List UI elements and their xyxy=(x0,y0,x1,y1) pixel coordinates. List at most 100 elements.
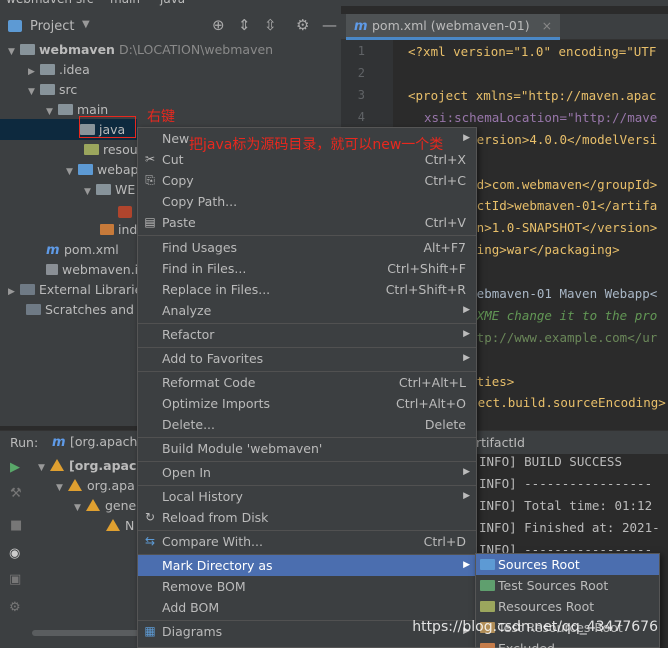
menu-item-find-in-files[interactable]: Find in Files... Ctrl+Shift+F xyxy=(138,258,476,279)
menu-item-add-to-favorites[interactable]: Add to Favorites ▶ xyxy=(138,348,476,369)
tree-item-idea[interactable]: ▶ .idea xyxy=(28,60,90,80)
menu-item-analyze[interactable]: Analyze ▶ xyxy=(138,300,476,321)
tree-item-iml[interactable]: webmaven.in xyxy=(46,260,146,280)
expand-all-icon[interactable]: ⇕ xyxy=(238,16,251,34)
chevron-down-icon[interactable]: ▼ xyxy=(38,458,50,478)
tree-item-webapp[interactable]: ▼ webap xyxy=(66,160,138,180)
tree-item-external-libraries[interactable]: ▶ External Librarie xyxy=(8,280,142,300)
stop-icon[interactable]: ■ xyxy=(10,518,22,533)
compare-icon: ⇆ xyxy=(144,534,156,548)
menu-shortcut: Ctrl+Shift+F xyxy=(387,261,466,276)
tab-label: pom.xml (webmaven-01) xyxy=(372,18,530,33)
menu-item-local-history[interactable]: Local History ▶ xyxy=(138,486,476,507)
chevron-right-icon: ▶ xyxy=(463,491,470,501)
context-menu: New ▶ ✂ Cut Ctrl+X ⎘ Copy Ctrl+C Copy Path...… xyxy=(137,127,477,648)
folder-icon xyxy=(84,144,99,155)
menu-item-paste[interactable]: ▤ Paste Ctrl+V xyxy=(138,212,476,233)
project-title[interactable]: Project xyxy=(30,19,74,34)
chevron-down-icon[interactable]: ▼ xyxy=(8,42,20,62)
menu-shortcut: Alt+F7 xyxy=(423,240,466,255)
project-header: Project ▼ ⊕ ⇕ ⇳ ⚙ — xyxy=(0,14,341,40)
chevron-down-icon[interactable]: ▼ xyxy=(56,478,68,498)
tree-label: main xyxy=(77,102,109,117)
submenu-item-excluded[interactable]: Excluded xyxy=(476,638,659,648)
annotation-note: 把java标为源码目录，就可以new一个类 xyxy=(189,137,444,153)
run-tree-item[interactable]: ▼ [org.apach xyxy=(38,456,145,476)
chevron-down-icon[interactable]: ▼ xyxy=(66,162,78,182)
submenu-item-test-sources-root[interactable]: Test Sources Root xyxy=(476,575,659,596)
camera-icon[interactable]: ▣ xyxy=(9,572,21,587)
run-icon[interactable]: ▶ xyxy=(10,460,20,475)
tree-label: src xyxy=(59,82,78,97)
menu-item-remove-bom[interactable]: Remove BOM xyxy=(138,576,476,597)
run-tree-item[interactable]: N xyxy=(106,516,134,536)
chevron-down-icon[interactable]: ▼ xyxy=(74,498,86,518)
chevron-down-icon[interactable]: ▼ xyxy=(82,19,90,30)
menu-label: Optimize Imports xyxy=(162,396,271,411)
module-file-icon xyxy=(46,264,58,275)
tree-item-scratches[interactable]: Scratches and C xyxy=(26,300,147,320)
tree-label: webmaven.in xyxy=(62,262,147,277)
scrollbar[interactable] xyxy=(32,630,140,636)
tools-icon[interactable]: ⚒ xyxy=(10,486,22,501)
locate-icon[interactable]: ⊕ xyxy=(212,16,225,34)
tree-item-pom[interactable]: m pom.xml xyxy=(46,240,119,260)
run-tree-item[interactable]: ▼ gene xyxy=(74,496,136,516)
code-line[interactable]: <?xml version="1.0" encoding="UTF xyxy=(408,44,656,59)
tree-item-src[interactable]: ▼ src xyxy=(28,80,77,100)
tree-label: External Librarie xyxy=(39,282,143,297)
code-line[interactable]: xsi:schemaLocation="http://mave xyxy=(424,110,657,125)
menu-item-compare-with[interactable]: ⇆ Compare With... Ctrl+D xyxy=(138,531,476,552)
copy-icon: ⎘ xyxy=(145,173,155,187)
close-icon[interactable]: × xyxy=(542,18,552,33)
gear-icon[interactable]: ⚙ xyxy=(296,16,309,34)
menu-item-reload-from-disk[interactable]: ↻ Reload from Disk xyxy=(138,507,476,528)
chevron-down-icon[interactable]: ▼ xyxy=(28,82,40,102)
menu-item-replace-in-files[interactable]: Replace in Files... Ctrl+Shift+R xyxy=(138,279,476,300)
menu-item-add-bom[interactable]: Add BOM xyxy=(138,597,476,618)
settings-icon[interactable]: ⚙ xyxy=(9,600,21,615)
watermark: https://blog.csdn.net/qq_43477676 xyxy=(412,619,658,635)
tree-item-index[interactable]: ind xyxy=(100,220,137,240)
menu-item-reformat-code[interactable]: Reformat Code Ctrl+Alt+L xyxy=(138,372,476,393)
menu-label: Local History xyxy=(162,489,243,504)
submenu-item-resources-root[interactable]: Resources Root xyxy=(476,596,659,617)
console-line: INFO] ----------------- xyxy=(479,476,653,491)
tree-item-webmaven[interactable]: ▼ webmaven D:\LOCATION\webmaven xyxy=(8,40,273,60)
chevron-right-icon[interactable]: ▶ xyxy=(28,62,40,82)
resources-root-icon xyxy=(480,601,495,612)
annotation-right-click: 右键 xyxy=(147,109,175,125)
chevron-right-icon: ▶ xyxy=(463,353,470,363)
menu-label: Mark Directory as xyxy=(162,558,273,573)
menu-label: Reformat Code xyxy=(162,375,256,390)
menu-shortcut: Delete xyxy=(424,417,466,432)
menu-item-optimize-imports[interactable]: Optimize Imports Ctrl+Alt+O xyxy=(138,393,476,414)
run-config-tab[interactable]: m [org.apach xyxy=(52,434,137,450)
collapse-all-icon[interactable]: ⇳ xyxy=(264,16,277,34)
run-tree-label: org.apa xyxy=(87,478,135,493)
eye-icon[interactable]: ◉ xyxy=(9,546,20,561)
folder-icon xyxy=(40,84,55,95)
tree-item-web-inf[interactable]: ▼ WE xyxy=(84,180,135,200)
submenu-item-sources-root[interactable]: Sources Root xyxy=(476,554,659,575)
menu-item-refactor[interactable]: Refactor ▶ xyxy=(138,324,476,345)
menu-item-delete[interactable]: Delete... Delete xyxy=(138,414,476,435)
tab-pom-xml[interactable]: m pom.xml (webmaven-01) × xyxy=(346,14,561,40)
chevron-down-icon[interactable]: ▼ xyxy=(84,182,96,202)
minimize-icon[interactable]: — xyxy=(322,16,337,34)
code-line[interactable]: <project xmlns="http://maven.apac xyxy=(408,88,656,103)
menu-shortcut: Ctrl+V xyxy=(424,215,466,230)
menu-item-open-in[interactable]: Open In ▶ xyxy=(138,462,476,483)
menu-item-mark-directory-as[interactable]: Mark Directory as ▶ xyxy=(138,555,476,576)
submenu-label: Test Sources Root xyxy=(498,578,609,593)
menu-label: Find in Files... xyxy=(162,261,247,276)
tree-item-resources[interactable]: resour xyxy=(84,140,143,160)
menu-shortcut: Ctrl+Alt+L xyxy=(398,375,466,390)
menu-item-copy[interactable]: ⎘ Copy Ctrl+C xyxy=(138,170,476,191)
run-tree-item[interactable]: ▼ org.apa xyxy=(56,476,135,496)
menu-item-find-usages[interactable]: Find Usages Alt+F7 xyxy=(138,237,476,258)
menu-item-copy-path[interactable]: Copy Path... xyxy=(138,191,476,212)
menu-item-build-module[interactable]: Build Module 'webmaven' xyxy=(138,438,476,459)
chevron-right-icon[interactable]: ▶ xyxy=(8,282,20,302)
menu-label: Add to Favorites xyxy=(162,351,264,366)
